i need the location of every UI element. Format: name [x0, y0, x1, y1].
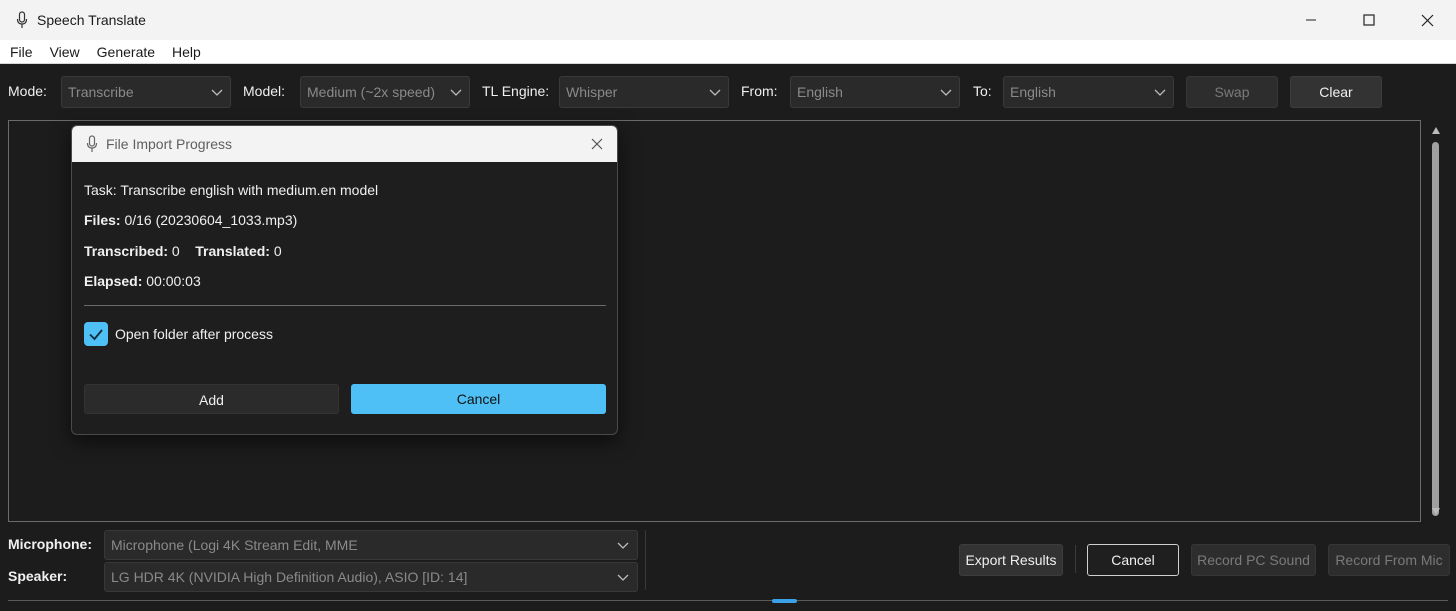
microphone-select[interactable]: Microphone (Logi 4K Stream Edit, MME [104, 530, 638, 560]
microphone-label: Microphone: [8, 536, 92, 552]
maximize-icon [1363, 14, 1375, 26]
chevron-down-icon [211, 89, 223, 96]
from-select[interactable]: English [790, 76, 960, 108]
model-label: Model: [243, 83, 286, 99]
maximize-button[interactable] [1340, 0, 1398, 40]
menu-file[interactable]: File [0, 40, 40, 64]
speaker-select[interactable]: LG HDR 4K (NVIDIA High Definition Audio)… [104, 562, 638, 592]
to-select[interactable]: English [1003, 76, 1174, 108]
checkmark-icon [89, 329, 103, 341]
menu-bar: File View Generate Help [0, 40, 1456, 64]
minimize-button[interactable] [1282, 0, 1340, 40]
minimize-icon [1306, 19, 1316, 21]
export-results-button[interactable]: Export Results [959, 544, 1063, 576]
chevron-down-icon [709, 89, 721, 96]
open-folder-label[interactable]: Open folder after process [115, 326, 273, 342]
task-line: Task: Transcribe english with medium.en … [84, 182, 379, 198]
mode-value: Transcribe [68, 84, 134, 100]
from-label: From: [741, 83, 778, 99]
counts-line: Transcribed: 0 Translated: 0 [84, 243, 282, 259]
menu-help[interactable]: Help [162, 40, 208, 64]
chevron-down-icon [617, 542, 629, 549]
elapsed-label: Elapsed: [84, 273, 143, 289]
chevron-down-icon [1154, 89, 1166, 96]
engine-label: TL Engine: [482, 83, 550, 99]
add-button[interactable]: Add [84, 384, 339, 414]
window-title: Speech Translate [37, 12, 146, 28]
files-line: Files: 0/16 (20230604_1033.mp3) [84, 212, 297, 228]
swap-button[interactable]: Swap [1186, 76, 1278, 108]
model-select[interactable]: Medium (~2x speed) [300, 76, 470, 108]
dialog-cancel-button[interactable]: Cancel [351, 384, 606, 414]
close-button[interactable] [1398, 0, 1456, 40]
to-value: English [1010, 84, 1056, 100]
speaker-value: LG HDR 4K (NVIDIA High Definition Audio)… [111, 569, 468, 585]
to-label: To: [973, 83, 992, 99]
files-label: Files: [84, 212, 121, 228]
mode-select[interactable]: Transcribe [61, 76, 231, 108]
microphone-value: Microphone (Logi 4K Stream Edit, MME [111, 537, 358, 553]
file-import-progress-dialog: File Import Progress Task: Transcribe en… [71, 125, 618, 435]
microphone-icon [16, 11, 30, 29]
progress-track [8, 600, 1448, 601]
clear-button[interactable]: Clear [1290, 76, 1382, 108]
engine-select[interactable]: Whisper [559, 76, 729, 108]
translated-value: 0 [273, 243, 282, 259]
title-bar: Speech Translate [0, 0, 1456, 40]
bottom-divider [645, 530, 646, 590]
vertical-scrollbar[interactable] [1428, 120, 1444, 522]
elapsed-line: Elapsed: 00:00:03 [84, 273, 201, 289]
close-icon[interactable] [591, 138, 603, 150]
from-value: English [797, 84, 843, 100]
dialog-title: File Import Progress [106, 136, 233, 152]
transcribed-label: Transcribed: [84, 243, 169, 259]
menu-generate[interactable]: Generate [87, 40, 162, 64]
cancel-button[interactable]: Cancel [1087, 544, 1179, 576]
record-from-mic-button[interactable]: Record From Mic [1328, 544, 1450, 576]
chevron-down-icon [617, 574, 629, 581]
speaker-label: Speaker: [8, 568, 68, 584]
transcribed-value: 0 [171, 243, 180, 259]
record-pc-sound-button[interactable]: Record PC Sound [1191, 544, 1316, 576]
mode-label: Mode: [8, 83, 47, 99]
dialog-title-bar: File Import Progress [72, 126, 617, 162]
progress-indicator [772, 599, 797, 603]
dialog-divider [84, 305, 606, 306]
engine-value: Whisper [566, 84, 618, 100]
microphone-icon [86, 135, 98, 153]
button-divider [1075, 545, 1076, 573]
elapsed-value: 00:00:03 [146, 273, 201, 289]
model-value: Medium (~2x speed) [307, 84, 436, 100]
files-value: 0/16 (20230604_1033.mp3) [124, 212, 298, 228]
scroll-down-icon [1432, 508, 1440, 515]
scroll-up-icon [1432, 127, 1440, 134]
scroll-thumb[interactable] [1432, 142, 1439, 516]
open-folder-checkbox[interactable] [84, 322, 108, 346]
close-icon [1421, 14, 1433, 26]
chevron-down-icon [940, 89, 952, 96]
chevron-down-icon [450, 89, 462, 96]
menu-view[interactable]: View [40, 40, 87, 64]
translated-label: Translated: [195, 243, 270, 259]
